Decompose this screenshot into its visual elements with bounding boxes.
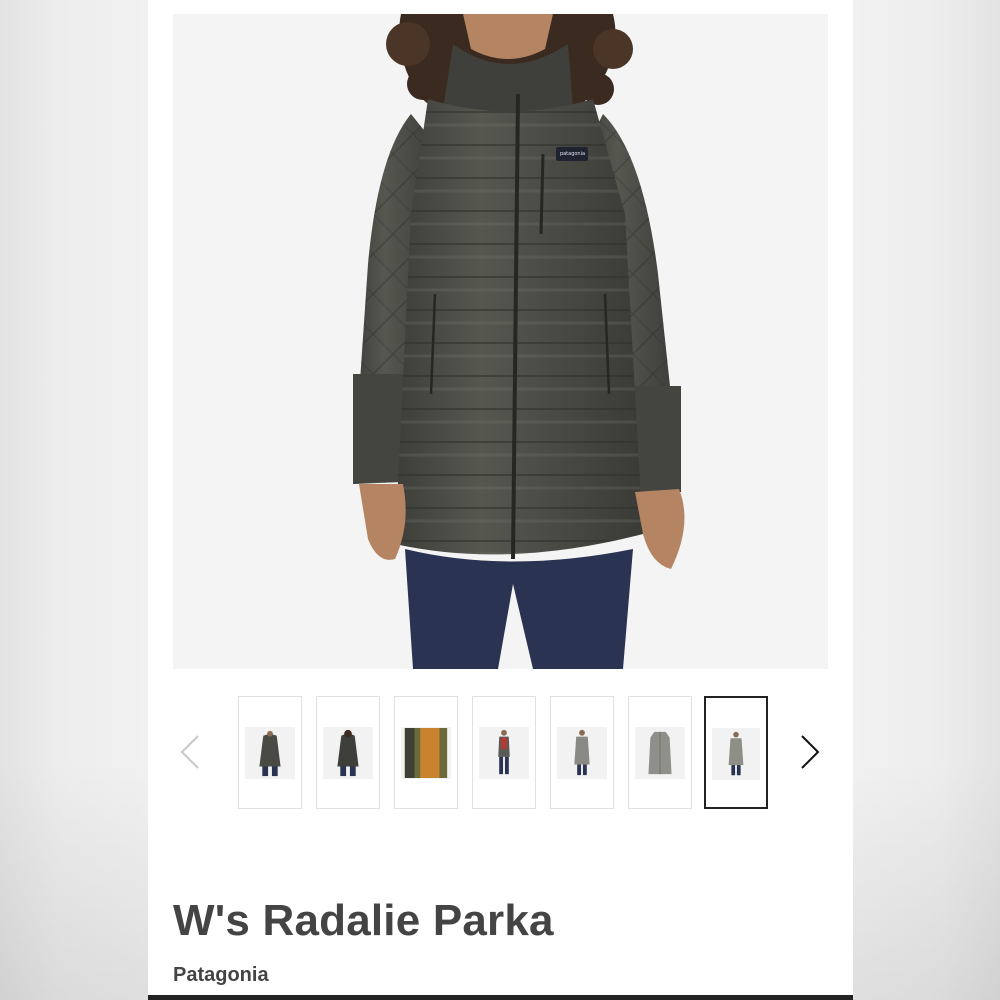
thumbnail-1[interactable] — [238, 696, 302, 809]
flat-lay-gray-image — [648, 731, 672, 775]
thumbnail-6[interactable] — [628, 696, 692, 809]
thumbnail-image — [323, 727, 373, 779]
hero-product-image[interactable]: patagonia — [173, 14, 828, 669]
thumbnail-image — [245, 727, 295, 779]
thumbnail-image — [479, 727, 529, 779]
full-length-gray-image — [574, 729, 590, 776]
thumbnail-image — [401, 727, 451, 779]
thumbnail-carousel — [148, 696, 853, 809]
full-length-sage-image — [728, 731, 744, 776]
bottom-edge-bar — [148, 995, 853, 1000]
carousel-prev-button[interactable] — [170, 724, 210, 780]
thumbnail-3[interactable] — [394, 696, 458, 809]
thumbnail-2[interactable] — [316, 696, 380, 809]
full-length-red-image — [498, 729, 510, 775]
front-view-image — [259, 730, 281, 777]
parka-photo — [353, 14, 685, 669]
chest-logo-text: patagonia — [559, 151, 586, 157]
product-title: W's Radalie Parka — [173, 896, 554, 945]
chevron-left-icon — [180, 735, 199, 769]
thumbnail-5[interactable] — [550, 696, 614, 809]
carousel-next-button[interactable] — [790, 724, 830, 780]
back-view-image — [337, 729, 359, 777]
thumbnail-image — [557, 727, 607, 779]
thumbnail-4[interactable] — [472, 696, 536, 809]
thumbnail-image — [712, 728, 760, 780]
product-card: patagonia W's Radalie Parka Patagonia — [148, 0, 853, 1000]
chevron-right-icon — [801, 735, 820, 769]
product-brand[interactable]: Patagonia — [173, 964, 269, 987]
thumbnail-7[interactable] — [704, 696, 768, 809]
open-jacket-detail-image — [404, 728, 448, 778]
thumbnail-image — [635, 727, 685, 779]
